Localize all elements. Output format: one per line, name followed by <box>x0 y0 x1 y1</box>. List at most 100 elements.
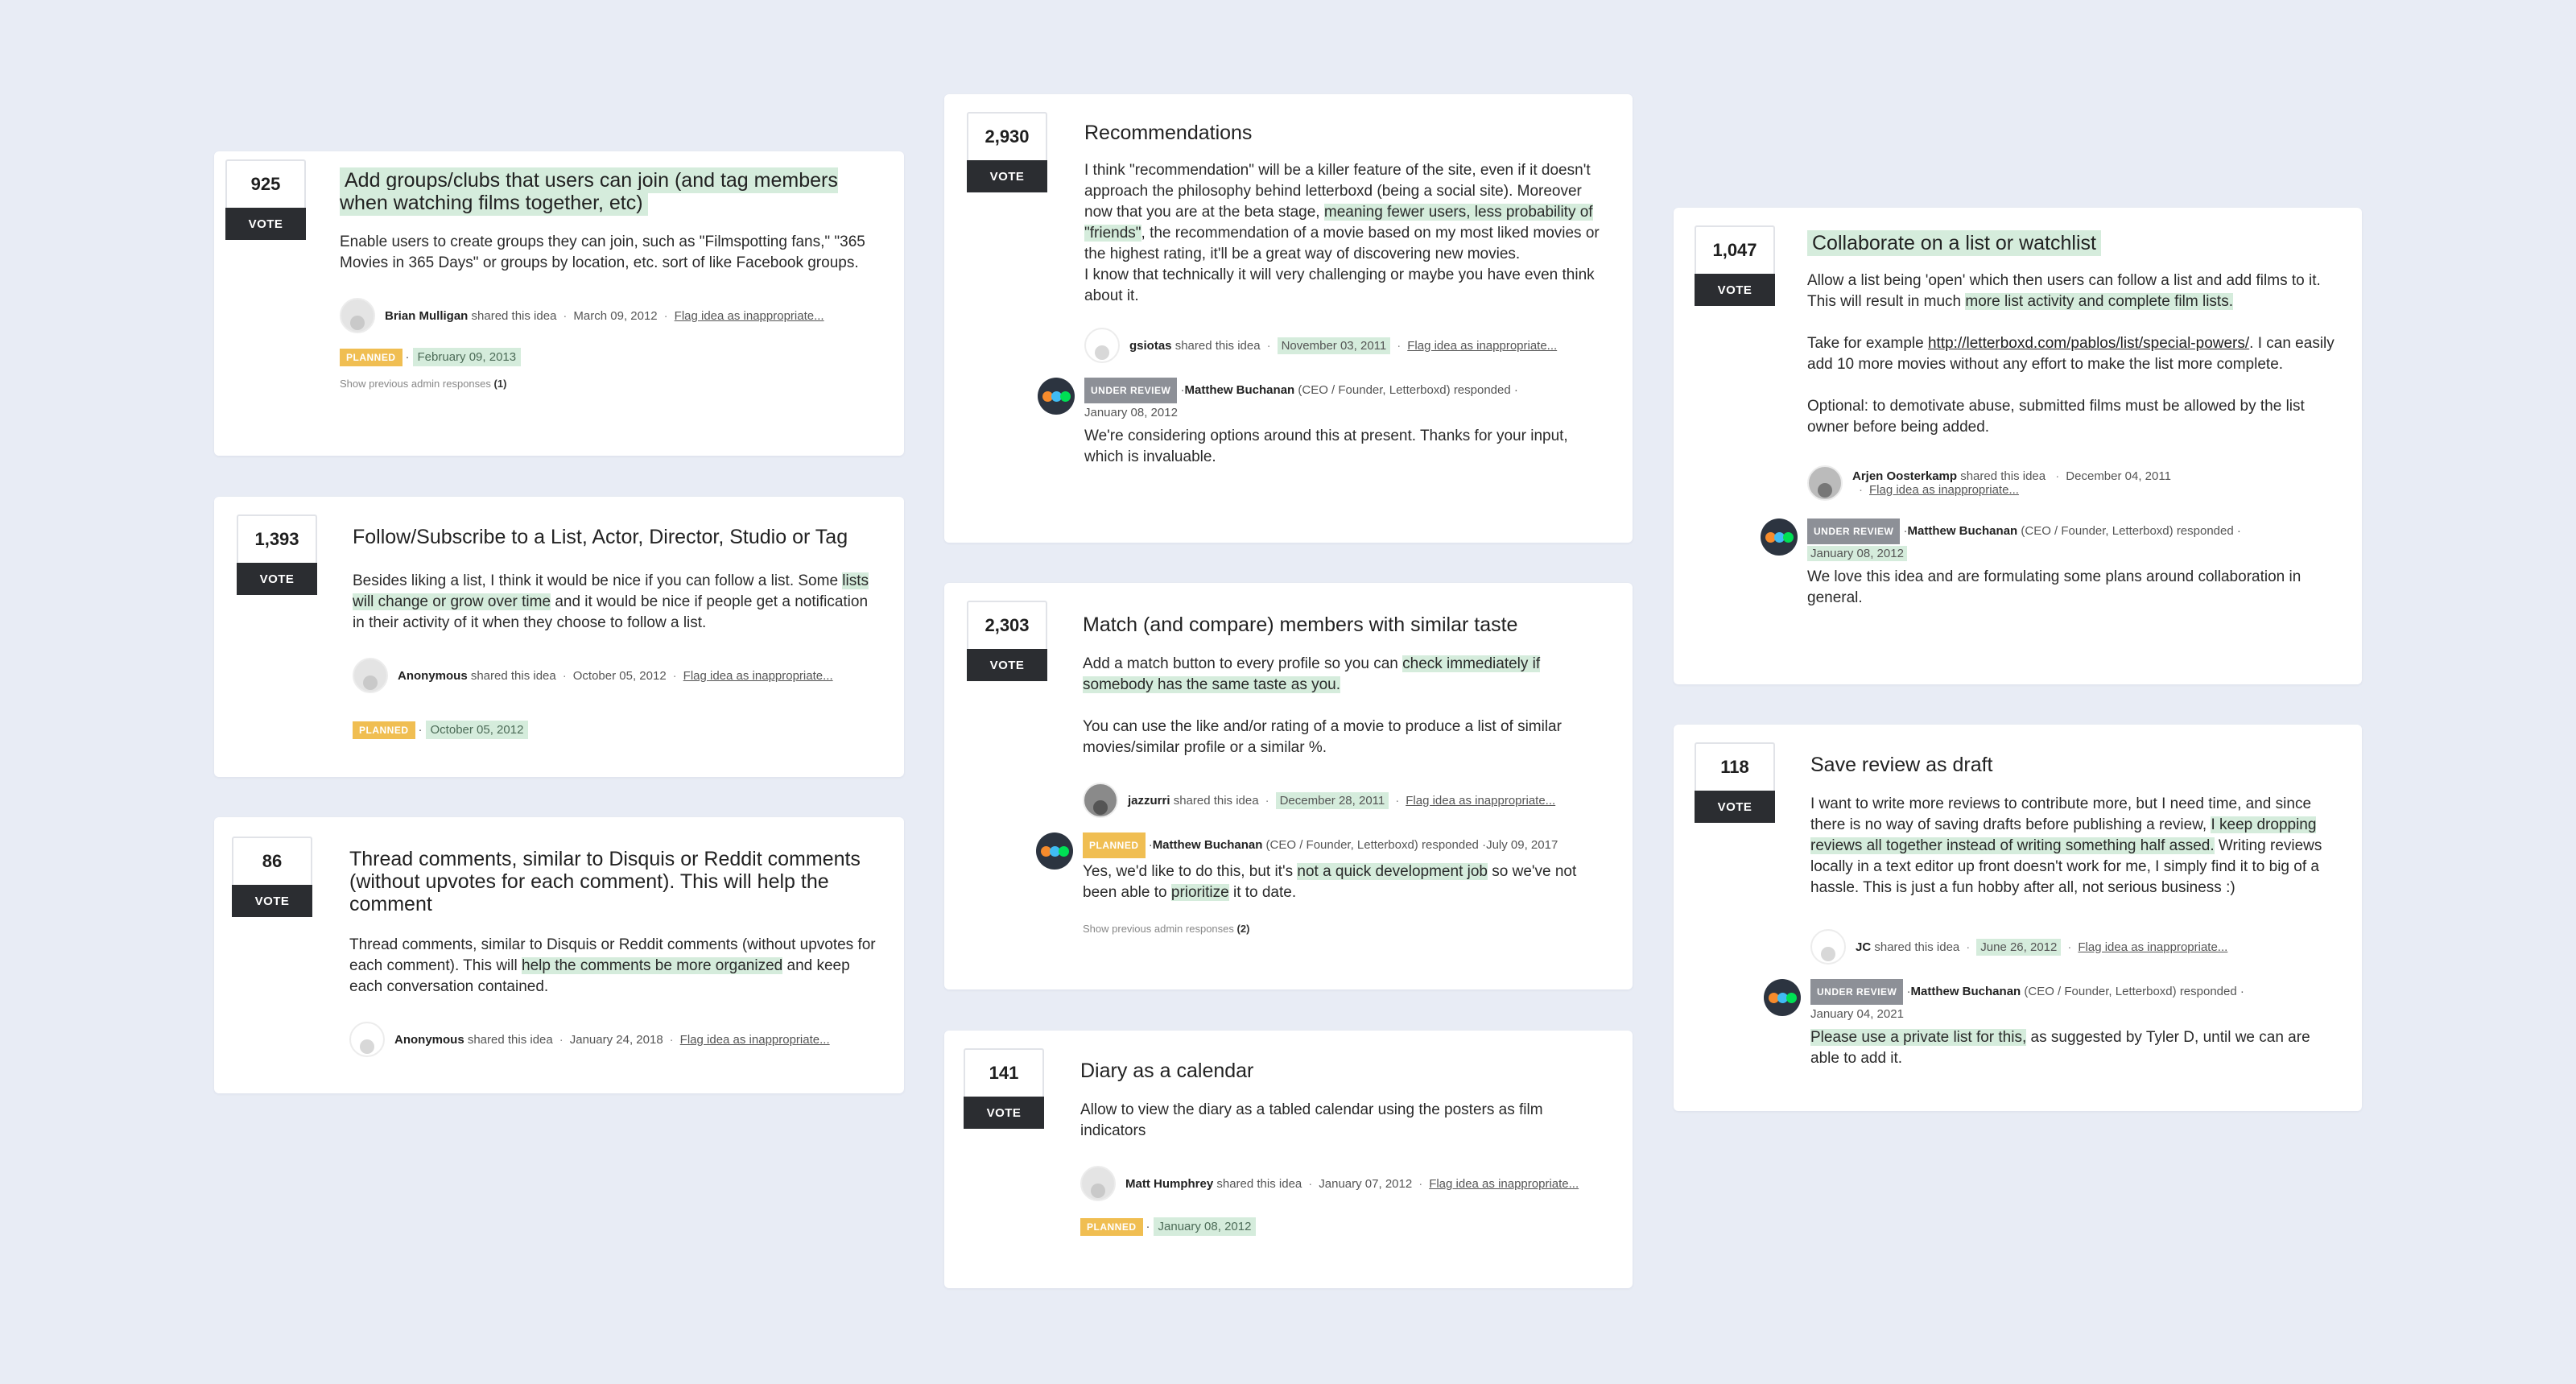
vote-count: 925 <box>225 159 306 208</box>
idea-meta: Brian Mulligan shared this idea · March 0… <box>340 298 880 333</box>
admin-name[interactable]: Matthew Buchanan <box>1908 524 2018 538</box>
admin-response-text: We love this idea and are formulating so… <box>1807 568 2301 606</box>
flag-link[interactable]: Flag idea as inappropriate... <box>675 309 824 323</box>
vote-button[interactable]: VOTE <box>225 208 306 240</box>
status-date: February 09, 2013 <box>412 348 522 366</box>
idea-title[interactable]: Recommendations <box>1084 122 1608 144</box>
author-name[interactable]: Arjen Oosterkamp <box>1852 469 1957 483</box>
avatar[interactable] <box>1083 783 1118 818</box>
author-name[interactable]: jazzurri <box>1128 794 1170 808</box>
avatar[interactable] <box>1084 328 1120 363</box>
vote-button[interactable]: VOTE <box>237 563 317 595</box>
idea-title[interactable]: Add groups/clubs that users can join (an… <box>340 167 880 216</box>
author-name[interactable]: Anonymous <box>394 1033 464 1047</box>
vote-widget: 118 VOTE <box>1695 742 1775 823</box>
status-badge: UNDER REVIEW <box>1810 979 1904 1005</box>
vote-count: 1,393 <box>237 514 317 563</box>
idea-card-groups: 925 VOTE Add groups/clubs that users can… <box>214 151 904 456</box>
letterboxd-logo-icon <box>1764 979 1801 1016</box>
idea-title[interactable]: Follow/Subscribe to a List, Actor, Direc… <box>353 526 880 548</box>
admin-date: January 04, 2021 <box>1810 1007 1904 1021</box>
vote-count: 86 <box>232 837 312 885</box>
show-previous-responses-link[interactable]: Show previous admin responses (2) <box>1083 923 1608 935</box>
show-previous-responses-link[interactable]: Show previous admin responses (1) <box>340 378 880 390</box>
status-row: PLANNED · February 09, 2013 <box>340 348 880 366</box>
idea-card-diary: 141 VOTE Diary as a calendar Allow to vi… <box>944 1031 1633 1288</box>
idea-meta: gsiotas shared this idea · November 03, 2… <box>1084 328 1608 363</box>
avatar[interactable] <box>353 658 388 693</box>
admin-name[interactable]: Matthew Buchanan <box>1911 985 2021 998</box>
admin-name[interactable]: Matthew Buchanan <box>1153 838 1263 852</box>
avatar[interactable] <box>340 298 375 333</box>
author-name[interactable]: Matt Humphrey <box>1125 1177 1213 1191</box>
status-date: October 05, 2012 <box>425 721 529 739</box>
vote-button[interactable]: VOTE <box>964 1097 1044 1129</box>
admin-name[interactable]: Matthew Buchanan <box>1185 383 1295 397</box>
vote-button[interactable]: VOTE <box>967 160 1047 192</box>
idea-meta: JC shared this idea · June 26, 2012 · Flag… <box>1810 929 2338 965</box>
flag-link[interactable]: Flag idea as inappropriate... <box>1869 483 2019 497</box>
status-badge: UNDER REVIEW <box>1084 378 1178 403</box>
list-link[interactable]: http://letterboxd.com/pablos/list/specia… <box>1928 335 2249 352</box>
admin-date: January 08, 2012 <box>1807 546 1907 561</box>
vote-widget: 2,303 VOTE <box>967 601 1047 681</box>
vote-count: 2,303 <box>967 601 1047 649</box>
author-name[interactable]: Anonymous <box>398 669 468 683</box>
vote-count: 141 <box>964 1048 1044 1097</box>
vote-button[interactable]: VOTE <box>1695 274 1775 306</box>
idea-date: November 03, 2011 <box>1277 337 1391 354</box>
idea-title[interactable]: Match (and compare) members with similar… <box>1083 614 1608 636</box>
idea-title[interactable]: Thread comments, similar to Disquis or R… <box>349 848 880 915</box>
idea-meta: Anonymous shared this idea · January 24, … <box>349 1022 880 1057</box>
status-badge: PLANNED <box>353 721 415 739</box>
idea-meta: jazzurri shared this idea · December 28, … <box>1083 783 1608 818</box>
avatar[interactable] <box>1807 465 1843 501</box>
idea-body: Enable users to create groups they can j… <box>340 233 865 271</box>
admin-response: UNDER REVIEW ·Matthew Buchanan (CEO / Fo… <box>1038 378 1608 468</box>
vote-button[interactable]: VOTE <box>967 649 1047 681</box>
flag-link[interactable]: Flag idea as inappropriate... <box>1407 339 1557 353</box>
letterboxd-logo-icon <box>1761 518 1798 556</box>
flag-link[interactable]: Flag idea as inappropriate... <box>2078 940 2227 954</box>
idea-body: I think "recommendation" will be a kille… <box>1084 162 1600 304</box>
status-date: January 08, 2012 <box>1153 1217 1257 1236</box>
status-badge: PLANNED <box>1083 832 1146 858</box>
idea-body: I want to write more reviews to contribu… <box>1810 795 2322 896</box>
idea-title[interactable]: Collaborate on a list or watchlist <box>1807 230 2338 256</box>
vote-button[interactable]: VOTE <box>1695 791 1775 823</box>
vote-widget: 2,930 VOTE <box>967 112 1047 192</box>
vote-widget: 925 VOTE <box>225 159 306 240</box>
admin-response: UNDER REVIEW ·Matthew Buchanan (CEO / Fo… <box>1761 518 2338 609</box>
vote-widget: 1,047 VOTE <box>1695 225 1775 306</box>
flag-link[interactable]: Flag idea as inappropriate... <box>683 669 833 683</box>
idea-body: Allow to view the diary as a tabled cale… <box>1080 1101 1543 1139</box>
avatar[interactable] <box>349 1022 385 1057</box>
status-row: PLANNED · October 05, 2012 <box>353 721 880 739</box>
flag-link[interactable]: Flag idea as inappropriate... <box>1429 1177 1579 1191</box>
admin-date: January 08, 2012 <box>1084 406 1178 419</box>
idea-card-draft: 118 VOTE Save review as draft I want to … <box>1674 725 2362 1111</box>
author-name[interactable]: JC <box>1856 940 1871 954</box>
author-name[interactable]: Brian Mulligan <box>385 309 468 323</box>
vote-widget: 141 VOTE <box>964 1048 1044 1129</box>
idea-title[interactable]: Diary as a calendar <box>1080 1060 1608 1082</box>
idea-date: January 24, 2018 <box>569 1032 663 1047</box>
flag-link[interactable]: Flag idea as inappropriate... <box>680 1033 830 1047</box>
idea-body: Add a match button to every profile so y… <box>1083 655 1562 756</box>
idea-card-thread: 86 VOTE Thread comments, similar to Disq… <box>214 817 904 1093</box>
idea-body: Allow a list being 'open' which then use… <box>1807 272 2334 436</box>
idea-card-recommendations: 2,930 VOTE Recommendations I think "reco… <box>944 94 1633 543</box>
idea-body: Besides liking a list, I think it would … <box>353 572 869 631</box>
idea-meta: Matt Humphrey shared this idea · January … <box>1080 1166 1608 1201</box>
idea-date: December 28, 2011 <box>1275 791 1389 809</box>
idea-title[interactable]: Save review as draft <box>1810 754 2338 776</box>
avatar[interactable] <box>1810 929 1846 965</box>
vote-widget: 86 VOTE <box>232 837 312 917</box>
idea-card-collaborate: 1,047 VOTE Collaborate on a list or watc… <box>1674 208 2362 684</box>
status-badge: UNDER REVIEW <box>1807 518 1901 544</box>
author-name[interactable]: gsiotas <box>1129 339 1172 353</box>
avatar[interactable] <box>1080 1166 1116 1201</box>
vote-button[interactable]: VOTE <box>232 885 312 917</box>
flag-link[interactable]: Flag idea as inappropriate... <box>1406 794 1555 808</box>
idea-date: December 04, 2011 <box>2066 469 2171 483</box>
